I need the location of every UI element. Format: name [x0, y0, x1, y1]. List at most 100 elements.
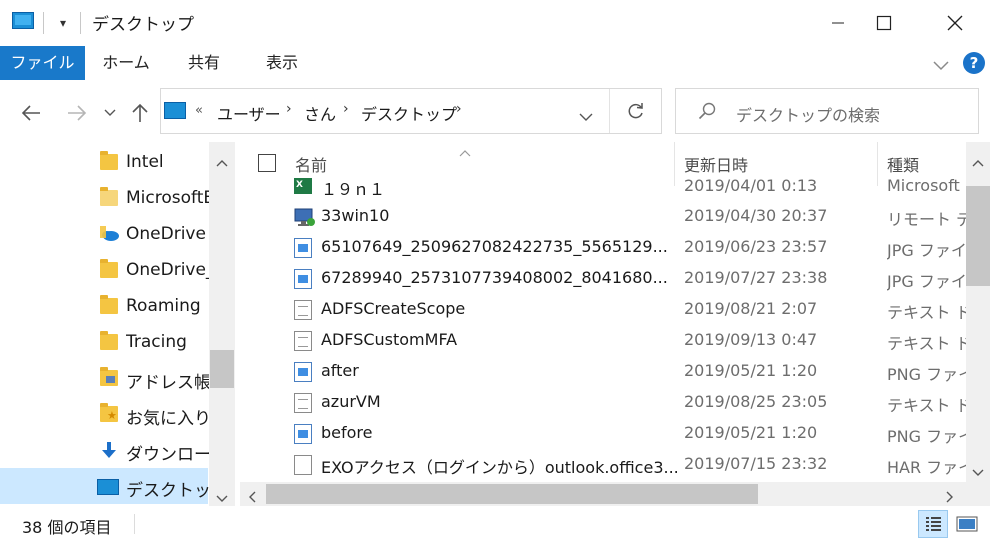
details-view-button[interactable]	[918, 510, 948, 538]
nav-item-contacts[interactable]: アドレス帳	[0, 360, 210, 396]
file-date: 2019/09/13 0:47	[684, 330, 818, 349]
file-name: EXOアクセス（ログインから）outlook.office3...	[321, 458, 679, 477]
table-row[interactable]: 33win10 2019/04/30 20:37 リモート デス	[240, 202, 968, 233]
minimize-icon	[832, 22, 844, 24]
nav-item-roaming[interactable]: Roaming	[0, 288, 208, 324]
folder-icon	[100, 151, 118, 170]
table-row[interactable]: ADFSCustomMFA 2019/09/13 0:47 テキスト ドキ	[240, 326, 968, 357]
nav-item-onedrive-folder[interactable]: OneDrive_	[0, 252, 210, 288]
breadcrumb-user[interactable]: さん	[304, 101, 336, 125]
file-date: 2019/04/01 0:13	[684, 176, 818, 195]
chevron-right-icon[interactable]: ›	[286, 101, 292, 117]
window-title: デスクトップ	[92, 15, 194, 35]
nav-item-favorites[interactable]: ★ お気に入り	[0, 396, 210, 432]
status-bar: 38 個の項目	[0, 506, 992, 542]
maximize-button[interactable]	[861, 0, 907, 46]
file-date: 2019/07/15 23:32	[684, 454, 828, 473]
search-box[interactable]: デスクトップの検索	[675, 88, 979, 134]
up-button[interactable]	[126, 94, 154, 132]
nav-scroll-thumb[interactable]	[210, 350, 234, 388]
forward-button[interactable]	[60, 94, 94, 132]
table-row[interactable]: 67289940_2573107739408002_8041680... 201…	[240, 264, 968, 295]
scroll-down-icon[interactable]	[216, 488, 228, 506]
file-type: PNG ファイル	[887, 427, 968, 446]
nav-item-tracing[interactable]: Tracing	[0, 324, 208, 360]
title-bar: ▾ デスクトップ	[0, 0, 992, 46]
scroll-up-icon[interactable]	[972, 152, 984, 171]
close-icon	[947, 15, 963, 31]
details-view-icon	[926, 517, 941, 531]
filelist-vertical-scrollbar[interactable]	[966, 142, 990, 482]
nav-item-label: お気に入り	[126, 409, 210, 429]
folder-icon	[100, 295, 118, 314]
file-type: テキスト ドキ	[887, 396, 968, 415]
table-row[interactable]: EXOアクセス（ログインから）outlook.office3... 2019/0…	[240, 450, 968, 481]
nav-item-label: Intel	[126, 152, 164, 172]
breadcrumb-overflow[interactable]: «	[195, 103, 203, 118]
file-name: 33win10	[321, 206, 390, 225]
select-all-checkbox[interactable]	[258, 154, 276, 172]
table-row[interactable]: after 2019/05/21 1:20 PNG ファイル	[240, 357, 968, 388]
table-row[interactable]: X １９ｎ１ 2019/04/01 0:13 Microsoft	[240, 172, 968, 203]
minimize-button[interactable]	[815, 0, 861, 46]
file-name: 67289940_2573107739408002_8041680...	[321, 268, 668, 287]
status-separator	[134, 514, 135, 534]
item-count: 38 個の項目	[22, 518, 112, 537]
filelist-scroll-thumb[interactable]	[966, 186, 990, 286]
nav-item-microsofte[interactable]: MicrosoftE	[0, 180, 210, 216]
tab-view[interactable]: 表示	[252, 46, 312, 80]
file-date: 2019/08/25 23:05	[684, 392, 828, 411]
scroll-right-icon[interactable]	[946, 488, 954, 507]
nav-item-intel[interactable]: Intel	[0, 144, 208, 180]
breadcrumb-users[interactable]: ユーザー	[217, 101, 281, 125]
tab-home[interactable]: ホーム	[95, 46, 157, 80]
table-row[interactable]: azurVM 2019/08/25 23:05 テキスト ドキ	[240, 388, 968, 419]
chevron-down-icon	[579, 113, 593, 121]
file-type: リモート デス	[887, 210, 968, 229]
address-bar[interactable]: « ユーザー › さん › デスクトップ ›	[160, 88, 662, 134]
nav-item-onedrive[interactable]: OneDrive -	[0, 216, 210, 252]
quick-access-dropdown[interactable]: ▾	[55, 12, 71, 34]
scroll-left-icon[interactable]	[248, 488, 256, 507]
table-row[interactable]: ADFSCreateScope 2019/08/21 2:07 テキスト ドキ	[240, 295, 968, 326]
file-name: azurVM	[321, 392, 381, 411]
address-divider	[609, 89, 610, 133]
file-name: ADFSCreateScope	[321, 299, 466, 318]
nav-item-label: Roaming	[126, 296, 201, 316]
large-icons-view-button[interactable]	[954, 512, 980, 536]
address-history-dropdown[interactable]	[579, 107, 593, 126]
help-button[interactable]: ?	[963, 52, 985, 74]
filelist-horizontal-scrollbar[interactable]	[240, 482, 966, 506]
refresh-icon	[628, 103, 643, 119]
file-date: 2019/05/21 1:20	[684, 423, 818, 442]
text-file-icon	[294, 393, 312, 413]
chevron-down-icon	[933, 61, 949, 71]
refresh-button[interactable]	[627, 102, 645, 124]
file-type: PNG ファイル	[887, 365, 968, 384]
breadcrumb-desktop[interactable]: デスクトップ	[361, 101, 457, 125]
navigation-pane: Intel MicrosoftE OneDrive - OneDrive_ Ro…	[0, 142, 236, 506]
close-button[interactable]	[932, 0, 978, 46]
table-row[interactable]: 65107649_2509627082422735_5565129... 201…	[240, 233, 968, 264]
nav-item-desktop[interactable]: デスクトップ	[0, 468, 210, 504]
table-row[interactable]: before 2019/05/21 1:20 PNG ファイル	[240, 419, 968, 450]
nav-item-label: MicrosoftE	[126, 188, 210, 208]
scroll-up-icon[interactable]	[216, 152, 228, 171]
folder-icon	[100, 259, 118, 278]
tab-file[interactable]: ファイル	[0, 46, 85, 80]
recent-locations-button[interactable]	[100, 94, 120, 132]
ribbon-tabs: ファイル ホーム 共有 表示 ?	[0, 46, 992, 84]
large-icons-view-icon	[956, 516, 978, 532]
nav-scrollbar[interactable]	[209, 142, 235, 506]
expand-ribbon-button[interactable]	[932, 56, 950, 75]
back-button[interactable]	[14, 94, 48, 132]
filelist-hscroll-thumb[interactable]	[266, 484, 758, 504]
file-name: 65107649_2509627082422735_5565129...	[321, 237, 668, 256]
file-type: HAR ファイル	[887, 458, 968, 477]
scrollbar-corner	[966, 482, 990, 506]
scroll-down-icon[interactable]	[972, 462, 984, 481]
chevron-right-icon[interactable]: ›	[343, 101, 349, 117]
chevron-right-icon[interactable]: ›	[456, 101, 462, 117]
nav-item-downloads[interactable]: ダウンロード	[0, 432, 210, 468]
tab-share[interactable]: 共有	[178, 46, 230, 80]
